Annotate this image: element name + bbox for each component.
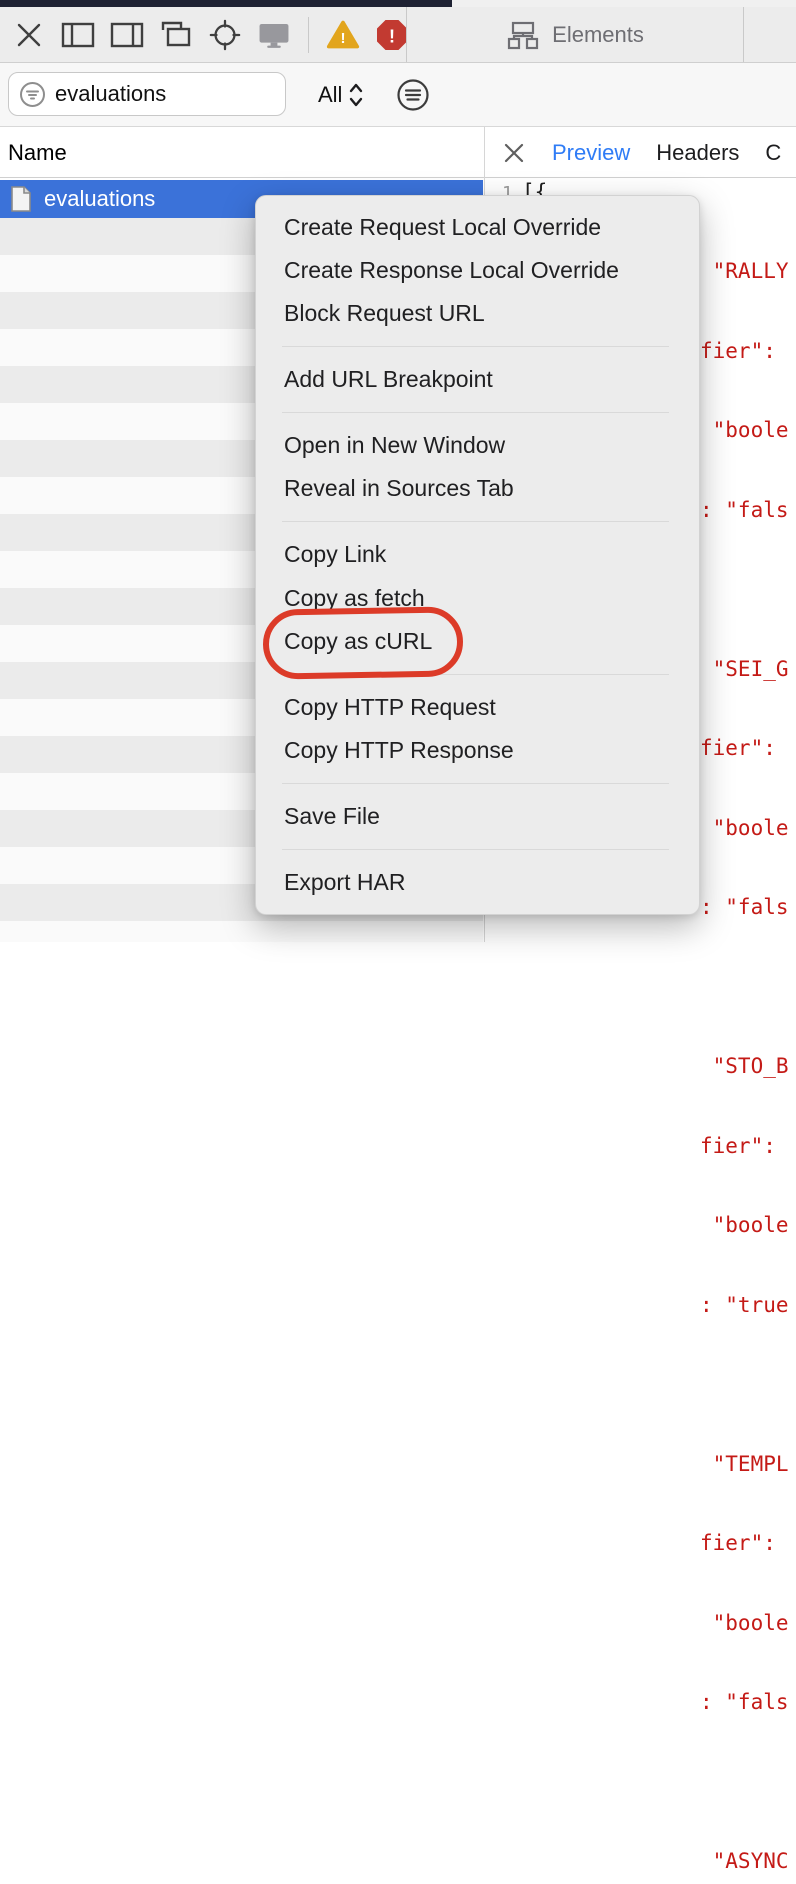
- column-header-name[interactable]: Name: [8, 127, 67, 178]
- menu-item-copy-as-fetch[interactable]: Copy as fetch: [256, 577, 699, 620]
- menu-item-export-har[interactable]: Export HAR: [256, 861, 699, 904]
- menu-item-block-request-url[interactable]: Block Request URL: [256, 292, 699, 335]
- element-picker-icon[interactable]: [208, 18, 242, 52]
- json-line: : "true: [700, 1292, 796, 1319]
- tab-preview[interactable]: Preview: [552, 140, 630, 166]
- menu-item-open-in-new-window[interactable]: Open in New Window: [256, 424, 699, 467]
- dock-right-icon[interactable]: [110, 18, 144, 52]
- close-icon[interactable]: [12, 18, 46, 52]
- tab-cookies-partial[interactable]: C: [765, 140, 781, 166]
- json-line: [700, 576, 796, 603]
- toolbar-icon-group: ! !: [12, 7, 409, 62]
- warning-icon[interactable]: !: [326, 18, 360, 52]
- close-detail-icon[interactable]: [502, 141, 526, 165]
- menu-item-copy-http-request[interactable]: Copy HTTP Request: [256, 686, 699, 729]
- filter-lines-icon: [396, 78, 430, 112]
- toolbar-divider: [308, 17, 309, 53]
- json-line: [700, 1769, 796, 1796]
- tab-elements-label: Elements: [552, 22, 644, 48]
- scope-label: All: [318, 82, 342, 108]
- menu-item-create-response-local-override[interactable]: Create Response Local Override: [256, 249, 699, 292]
- json-line: "STO_B: [700, 1053, 796, 1080]
- json-line: [700, 974, 796, 1001]
- svg-text:!: !: [340, 30, 345, 47]
- detail-tab-bar: Preview Headers C: [484, 127, 796, 178]
- context-menu: Create Request Local Override Create Res…: [255, 195, 700, 915]
- menu-item-save-file[interactable]: Save File: [256, 795, 699, 838]
- hierarchy-icon: [506, 20, 540, 50]
- json-line: : "fals: [700, 497, 796, 524]
- json-line: : "fals: [700, 1689, 796, 1716]
- json-line: fier":: [700, 338, 796, 365]
- json-line: "boole: [700, 815, 796, 842]
- json-line: "TEMPL: [700, 1451, 796, 1478]
- network-row-label: evaluations: [44, 186, 155, 212]
- menu-item-reveal-in-sources-tab[interactable]: Reveal in Sources Tab: [256, 467, 699, 510]
- tab-elements[interactable]: Elements: [406, 7, 744, 62]
- document-icon: [9, 185, 33, 213]
- device-icon[interactable]: [257, 18, 291, 52]
- json-line: : "fals: [700, 894, 796, 921]
- error-icon[interactable]: !: [375, 18, 409, 52]
- json-line: fier":: [700, 1530, 796, 1557]
- menu-separator: [282, 412, 669, 413]
- menu-item-copy-link[interactable]: Copy Link: [256, 533, 699, 576]
- json-line: "boole: [700, 1610, 796, 1637]
- json-line: fier":: [700, 735, 796, 762]
- page-dark-band: [0, 0, 452, 7]
- tab-headers[interactable]: Headers: [656, 140, 739, 166]
- svg-text:!: !: [389, 26, 395, 46]
- menu-item-copy-as-curl[interactable]: Copy as cURL: [256, 620, 699, 663]
- network-filter-bar: All: [0, 63, 796, 127]
- menu-separator: [282, 674, 669, 675]
- json-line: "boole: [700, 1212, 796, 1239]
- filter-options-button[interactable]: [396, 78, 430, 112]
- menu-item-create-request-local-override[interactable]: Create Request Local Override: [256, 206, 699, 249]
- menu-separator: [282, 849, 669, 850]
- json-preview-text: "RALLY fier": "boole : "fals "SEI_G fier…: [700, 205, 796, 1884]
- json-line: [700, 1371, 796, 1398]
- menu-item-copy-http-response[interactable]: Copy HTTP Response: [256, 729, 699, 772]
- scope-select[interactable]: All: [318, 63, 364, 127]
- json-line: fier":: [700, 1133, 796, 1160]
- window-top-strip: [0, 0, 796, 7]
- panel-header-row: Name Preview Headers C: [0, 127, 796, 178]
- json-line: "boole: [700, 417, 796, 444]
- json-line: "RALLY: [700, 258, 796, 285]
- dock-left-icon[interactable]: [61, 18, 95, 52]
- search-field[interactable]: [8, 72, 286, 116]
- stepper-chevrons-icon: [348, 81, 364, 109]
- search-input[interactable]: [55, 81, 255, 107]
- filter-icon: [19, 81, 46, 108]
- inspector-toolbar: ! ! Elements: [0, 7, 796, 63]
- json-line: "SEI_G: [700, 656, 796, 683]
- menu-separator: [282, 783, 669, 784]
- menu-item-add-url-breakpoint[interactable]: Add URL Breakpoint: [256, 358, 699, 401]
- cascade-windows-icon[interactable]: [159, 18, 193, 52]
- menu-separator: [282, 521, 669, 522]
- json-line: "ASYNC: [700, 1848, 796, 1875]
- menu-separator: [282, 346, 669, 347]
